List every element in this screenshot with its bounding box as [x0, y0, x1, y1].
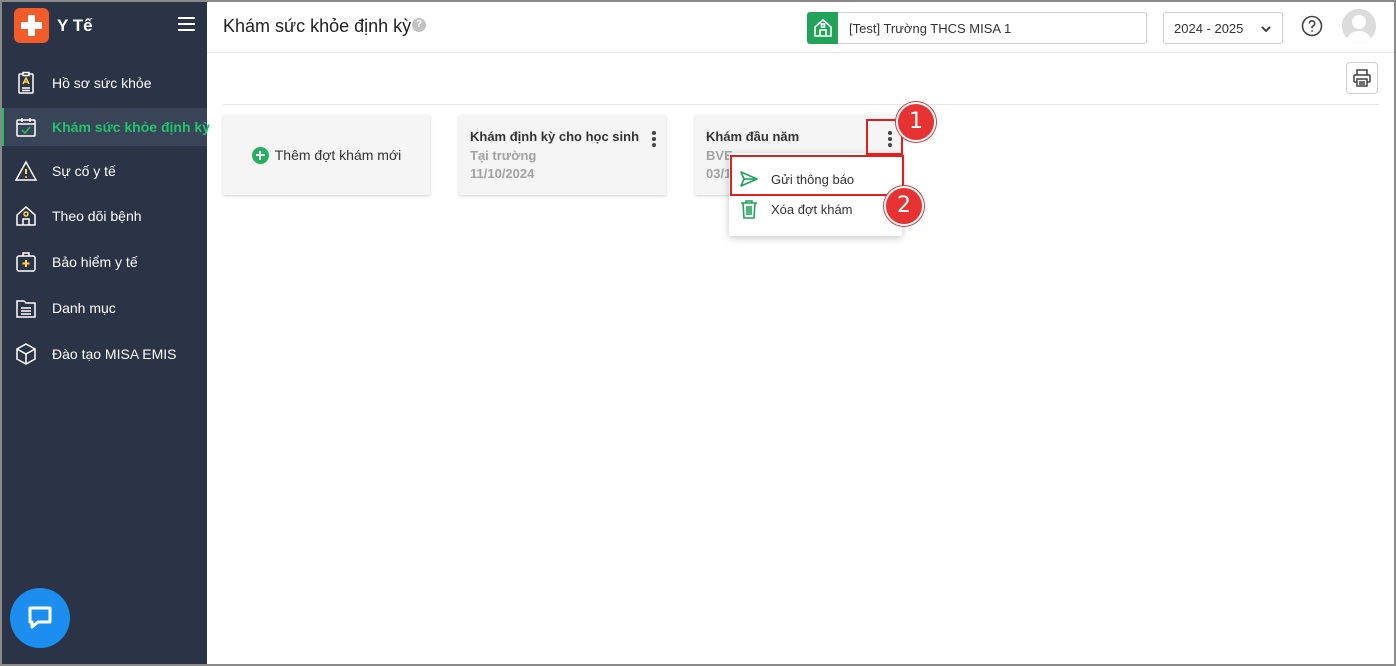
- step2-highlight-box: [730, 155, 904, 196]
- sidebar-item-health-insurance[interactable]: Bảo hiểm y tế: [0, 243, 207, 281]
- help-icon[interactable]: [1301, 15, 1323, 37]
- checkup-title: Khám đầu năm: [706, 129, 800, 144]
- checkup-date: 11/10/2024: [470, 166, 535, 181]
- sidebar-item-label: Theo dõi bệnh: [52, 208, 142, 224]
- box-icon: [13, 341, 39, 367]
- step1-badge: 1: [896, 102, 936, 142]
- sidebar-item-label: Sự cố y tế: [52, 163, 116, 179]
- more-options-icon[interactable]: [649, 129, 659, 149]
- add-checkup-card[interactable]: Thêm đợt khám mới: [223, 115, 430, 195]
- folder-icon: [13, 295, 39, 321]
- chevron-down-icon: [1261, 26, 1271, 33]
- home-tracking-icon: [13, 203, 39, 229]
- checkup-date: 03/1: [706, 166, 732, 181]
- page-help-icon[interactable]: ?: [412, 18, 426, 32]
- checkup-title: Khám định kỳ cho học sinh: [470, 129, 640, 144]
- school-home-icon: [807, 11, 838, 44]
- sidebar-item-catalog[interactable]: Danh mục: [0, 289, 207, 327]
- school-selector[interactable]: [Test] Trường THCS MISA 1: [807, 11, 1147, 44]
- sidebar-item-disease-tracking[interactable]: Theo dõi bệnh: [0, 197, 207, 235]
- medical-cross-logo-icon: [14, 8, 49, 43]
- sidebar-item-label: Bảo hiểm y tế: [52, 254, 138, 270]
- user-avatar[interactable]: [1342, 9, 1376, 43]
- warning-icon: [13, 158, 39, 184]
- menu-item-label: Xóa đợt khám: [771, 201, 853, 217]
- sidebar-item-label: Danh mục: [52, 300, 116, 316]
- sidebar-item-periodic-checkup[interactable]: Khám sức khỏe định kỳ: [0, 108, 210, 146]
- checkup-card[interactable]: Khám định kỳ cho học sinh Tại trường 11/…: [459, 115, 666, 195]
- sidebar-item-label: Khám sức khỏe định kỳ: [52, 119, 210, 135]
- content-divider: [223, 104, 1379, 105]
- trash-icon: [741, 200, 757, 219]
- medical-bag-icon: [13, 249, 39, 275]
- add-checkup-label: Thêm đợt khám mới: [274, 147, 402, 163]
- sidebar-item-label: Đào tạo MISA EMIS: [52, 346, 177, 362]
- screenshot-frame: [0, 0, 1396, 666]
- delete-checkup-menu-item[interactable]: Xóa đợt khám: [729, 194, 902, 224]
- sidebar-item-training[interactable]: Đào tạo MISA EMIS: [0, 335, 207, 373]
- brand[interactable]: Y Tế: [14, 8, 93, 43]
- chat-bubble-icon: [28, 606, 52, 629]
- calendar-check-icon: [13, 114, 39, 140]
- health-record-icon: [13, 70, 39, 96]
- sidebar: Y Tế Hồ sơ sức khỏe Khám sức khỏe định k…: [0, 0, 210, 666]
- school-year-value: 2024 - 2025: [1174, 20, 1244, 36]
- print-button[interactable]: [1346, 62, 1378, 94]
- top-header: Khám sức khỏe định kỳ ? [Test] Trường TH…: [207, 0, 1396, 53]
- sidebar-item-label: Hồ sơ sức khỏe: [52, 75, 152, 91]
- hamburger-menu-icon[interactable]: [178, 17, 195, 32]
- school-name: [Test] Trường THCS MISA 1: [849, 20, 1012, 36]
- app-title: Y Tế: [57, 15, 93, 35]
- add-circle-icon: [251, 146, 269, 164]
- school-year-select[interactable]: 2024 - 2025: [1163, 12, 1283, 44]
- checkup-location: Tại trường: [470, 148, 537, 163]
- printer-icon: [1353, 69, 1371, 87]
- chat-support-button[interactable]: [10, 588, 70, 648]
- sidebar-item-medical-incident[interactable]: Sự cố y tế: [0, 152, 207, 190]
- step2-badge: 2: [884, 186, 924, 226]
- page-title: Khám sức khỏe định kỳ: [223, 16, 412, 36]
- sidebar-item-health-record[interactable]: Hồ sơ sức khỏe: [0, 64, 207, 102]
